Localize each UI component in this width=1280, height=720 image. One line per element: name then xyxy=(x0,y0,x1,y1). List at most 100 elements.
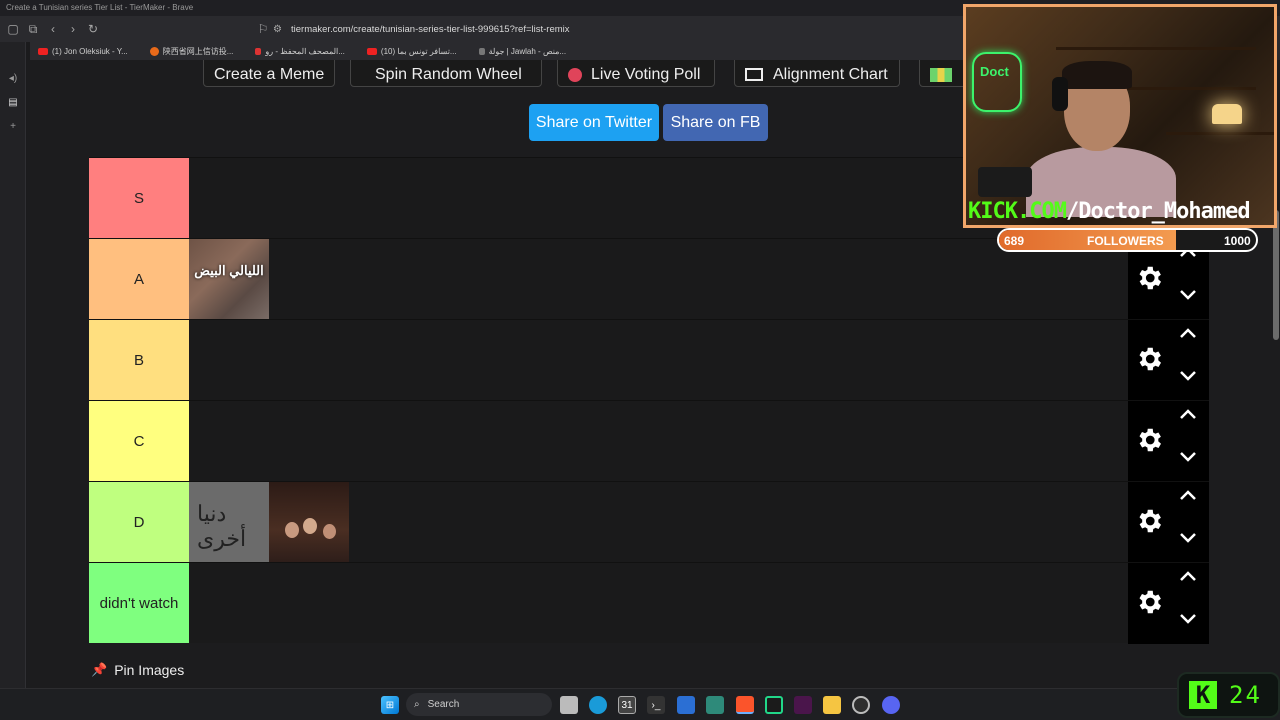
chevron-up-icon[interactable] xyxy=(1178,407,1198,421)
brave-icon[interactable] xyxy=(736,696,754,714)
pushpin-icon: 📌 xyxy=(91,662,108,677)
poster-face xyxy=(303,518,317,534)
chevron-down-icon[interactable] xyxy=(1178,531,1198,545)
pin-images-toggle[interactable]: 📌 Pin Images xyxy=(91,662,184,678)
viewer-count-badge: K 24 xyxy=(1177,672,1280,718)
share-fb-button[interactable]: Share on FB xyxy=(663,104,768,141)
chevron-down-icon[interactable] xyxy=(1178,369,1198,383)
file-explorer-icon[interactable] xyxy=(560,696,578,714)
chrome-icon[interactable] xyxy=(852,696,870,714)
app-icon[interactable] xyxy=(706,696,724,714)
tier-controls xyxy=(1128,320,1209,401)
tier-items[interactable]: دنيا أخرى xyxy=(189,482,349,562)
headphones-icon xyxy=(1052,77,1068,111)
tier-controls xyxy=(1128,401,1209,482)
tier-label[interactable]: C xyxy=(89,401,189,481)
poster-face xyxy=(285,522,299,538)
site-info-icon[interactable]: ⚙ xyxy=(273,24,291,35)
bookmark-item[interactable]: (10) تسافر تونس بما... xyxy=(366,47,457,56)
youtube-icon xyxy=(366,47,377,55)
tier-items[interactable]: الليالي البيض xyxy=(189,239,269,319)
more-tools-button[interactable] xyxy=(919,60,969,87)
windows-taskbar: ⊞ ⌕ Search 31 ›_ xyxy=(0,688,1280,720)
tier-item-card[interactable] xyxy=(269,482,349,562)
back-icon[interactable]: ‹ xyxy=(43,19,63,39)
reading-list-icon[interactable]: ▤ xyxy=(0,90,26,114)
scrollbar-thumb[interactable] xyxy=(1273,210,1279,340)
kick-logo-icon: K xyxy=(1189,681,1217,709)
tier-row-didnt-watch: didn't watch xyxy=(89,562,1209,644)
screen: Create a Tunisian series Tier List - Tie… xyxy=(0,0,1280,720)
bookmark-item[interactable]: (1) Jon Oleksiuk - Y... xyxy=(38,47,128,56)
tier-label[interactable]: A xyxy=(89,239,189,319)
reload-icon[interactable]: ↻ xyxy=(83,19,103,39)
share-twitter-button[interactable]: Share on Twitter xyxy=(529,104,659,141)
chevron-down-icon[interactable] xyxy=(1178,450,1198,464)
followers-label: FOLLOWERS xyxy=(1087,234,1164,248)
streamer-hair xyxy=(1062,61,1132,89)
add-panel-icon[interactable]: + xyxy=(0,114,26,138)
terminal-icon[interactable]: ›_ xyxy=(647,696,665,714)
kick-channel-handle: KICK.COM/Doctor_Mohamed xyxy=(968,199,1251,224)
url-text: tiermaker.com/create/tunisian-series-tie… xyxy=(291,23,570,35)
tier-row-b: B xyxy=(89,319,1209,401)
followers-goal: 1000 xyxy=(1224,234,1251,248)
create-meme-button[interactable]: Create a Meme xyxy=(203,60,335,87)
tabs-icon[interactable]: ⧉ xyxy=(23,19,43,39)
gear-icon[interactable] xyxy=(1134,425,1164,455)
followers-goal-bar: 689 FOLLOWERS 1000 xyxy=(997,228,1258,252)
viewer-count: 24 xyxy=(1229,681,1262,709)
bookmark-item[interactable]: المصحف المحفظ - رو... xyxy=(255,47,345,56)
bookmark-item[interactable]: جولة | Jawlah - منص... xyxy=(478,47,566,56)
spin-wheel-button[interactable]: Spin Random Wheel xyxy=(350,60,542,87)
windows-start-icon[interactable]: ⊞ xyxy=(381,696,399,714)
tier-label[interactable]: didn't watch xyxy=(89,563,189,643)
chevron-down-icon[interactable] xyxy=(1178,288,1198,302)
color-grid-icon xyxy=(930,67,952,82)
browser-sidebar: ◂) ▤ + xyxy=(0,42,26,688)
taskbar-search[interactable]: ⌕ Search xyxy=(406,693,552,716)
grid-icon xyxy=(745,68,763,81)
youtube-icon xyxy=(38,47,48,55)
pycharm-icon[interactable] xyxy=(765,696,783,714)
tier-controls xyxy=(1128,563,1209,644)
gear-icon[interactable] xyxy=(1134,344,1164,374)
tier-item-card[interactable]: الليالي البيض xyxy=(189,239,269,319)
gear-icon[interactable] xyxy=(1134,587,1164,617)
lamp-icon xyxy=(1212,104,1242,124)
bookmark-item[interactable]: 陕西省网上信访投... xyxy=(149,46,233,57)
site-icon xyxy=(255,47,262,55)
discord-icon[interactable] xyxy=(882,696,900,714)
calendar-icon[interactable]: 31 xyxy=(618,696,636,714)
sidebar-toggle-icon[interactable]: ▢ xyxy=(3,19,23,39)
webcam-overlay: Doct KICK.COM/Doctor_Mohamed xyxy=(963,4,1277,228)
bookshelf-line xyxy=(1056,47,1256,50)
gear-icon[interactable] xyxy=(1134,263,1164,293)
folder-icon[interactable] xyxy=(823,696,841,714)
gear-icon[interactable] xyxy=(1134,506,1164,536)
tier-label[interactable]: D xyxy=(89,482,189,562)
tier-controls xyxy=(1128,482,1209,563)
chevron-down-icon[interactable] xyxy=(1178,612,1198,626)
search-icon: ⌕ xyxy=(414,699,420,710)
poster-face xyxy=(323,524,336,539)
audio-icon[interactable]: ◂) xyxy=(0,66,26,90)
chevron-up-icon[interactable] xyxy=(1178,569,1198,583)
tier-label[interactable]: S xyxy=(89,158,189,238)
forward-icon[interactable]: › xyxy=(63,19,83,39)
chevron-up-icon[interactable] xyxy=(1178,326,1198,340)
edge-icon[interactable] xyxy=(589,696,607,714)
chevron-up-icon[interactable] xyxy=(1178,488,1198,502)
tier-row-d: D دنيا أخرى xyxy=(89,481,1209,563)
tier-row-c: C xyxy=(89,400,1209,482)
site-icon xyxy=(149,46,159,56)
mail-icon[interactable] xyxy=(677,696,695,714)
tier-item-card[interactable]: دنيا أخرى xyxy=(189,482,269,562)
live-poll-button[interactable]: Live Voting Poll xyxy=(557,60,715,87)
tier-label[interactable]: B xyxy=(89,320,189,400)
site-icon xyxy=(478,47,485,55)
alignment-chart-button[interactable]: Alignment Chart xyxy=(734,60,900,87)
bookmark-icon[interactable]: ⚐ xyxy=(253,19,273,39)
address-bar[interactable]: ⚙ tiermaker.com/create/tunisian-series-t… xyxy=(273,19,933,39)
slack-icon[interactable] xyxy=(794,696,812,714)
